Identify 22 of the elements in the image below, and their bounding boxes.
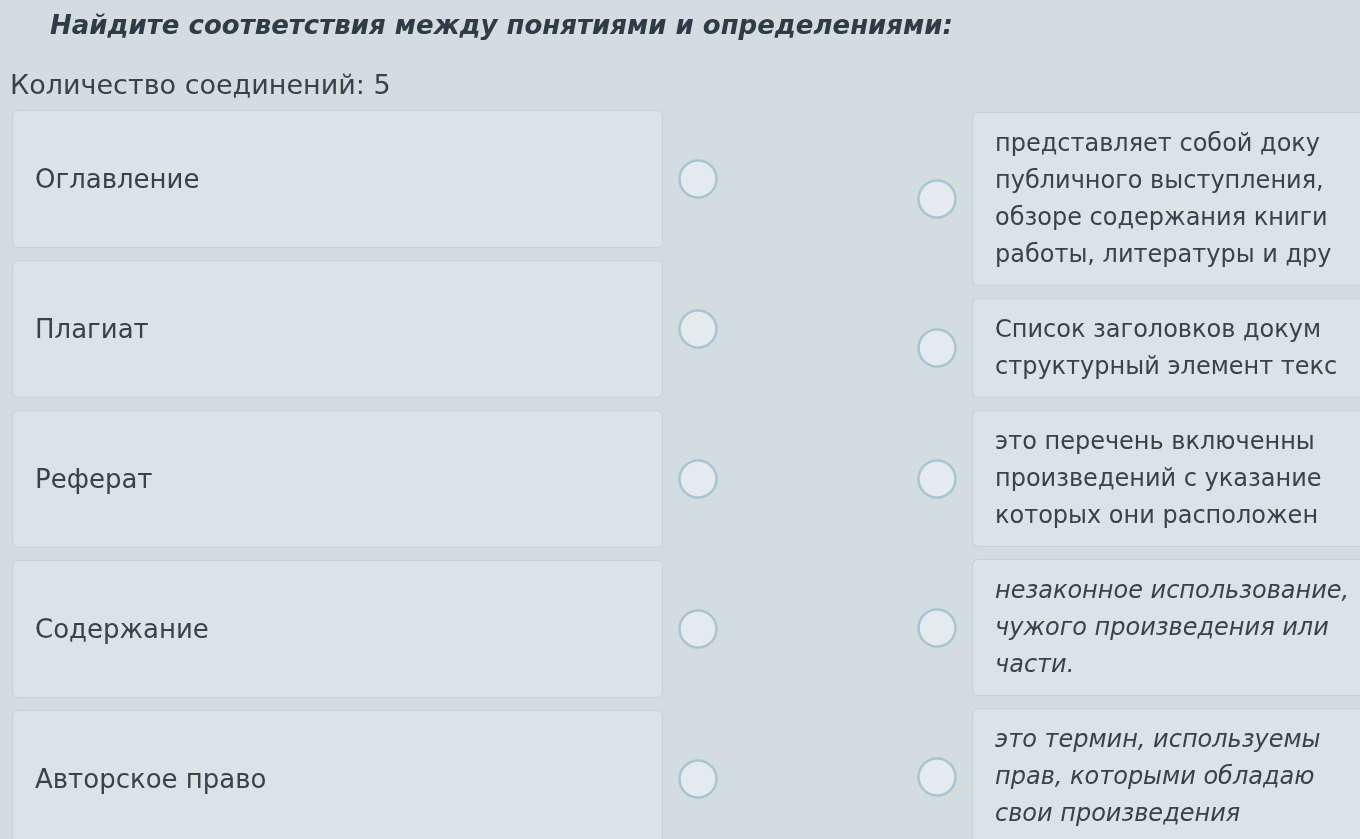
connection-count: Количество соединений: 5 bbox=[10, 67, 391, 102]
term-card[interactable]: Содержание bbox=[12, 560, 663, 698]
instruction-heading: Найдите соответствия между понятиями и определениями: bbox=[50, 9, 953, 42]
connection-ring-icon[interactable] bbox=[917, 328, 957, 368]
definition-card[interactable]: представляет собой доку публичного выступления, обзоре содержания книги работы, литературы и дру bbox=[972, 112, 1360, 286]
definition-card[interactable]: это термин, используемы прав, которыми обладаю свои произведения bbox=[972, 708, 1360, 839]
connection-ring-icon[interactable] bbox=[678, 159, 718, 199]
connection-ring-icon[interactable] bbox=[678, 309, 718, 349]
connection-ring-icon[interactable] bbox=[678, 609, 718, 649]
connection-ring-icon[interactable] bbox=[678, 759, 718, 799]
definition-card[interactable]: это перечень включенны произведений с указание которых они расположен bbox=[972, 410, 1360, 547]
term-card[interactable]: Оглавление bbox=[12, 110, 663, 248]
connection-ring-icon[interactable] bbox=[917, 756, 957, 797]
term-card[interactable]: Авторское право bbox=[12, 710, 663, 839]
connection-ring-icon[interactable] bbox=[678, 459, 718, 499]
connection-ring-icon[interactable] bbox=[917, 458, 957, 499]
connection-ring-icon[interactable] bbox=[917, 607, 957, 648]
term-card[interactable]: Реферат bbox=[12, 410, 663, 548]
definition-card[interactable]: незаконное использование, чужого произведения или части. bbox=[972, 559, 1360, 696]
connection-ring-icon[interactable] bbox=[917, 179, 957, 219]
term-card[interactable]: Плагиат bbox=[12, 260, 663, 398]
definition-card[interactable]: Список заголовков докум структурный элемент текс bbox=[972, 298, 1360, 398]
